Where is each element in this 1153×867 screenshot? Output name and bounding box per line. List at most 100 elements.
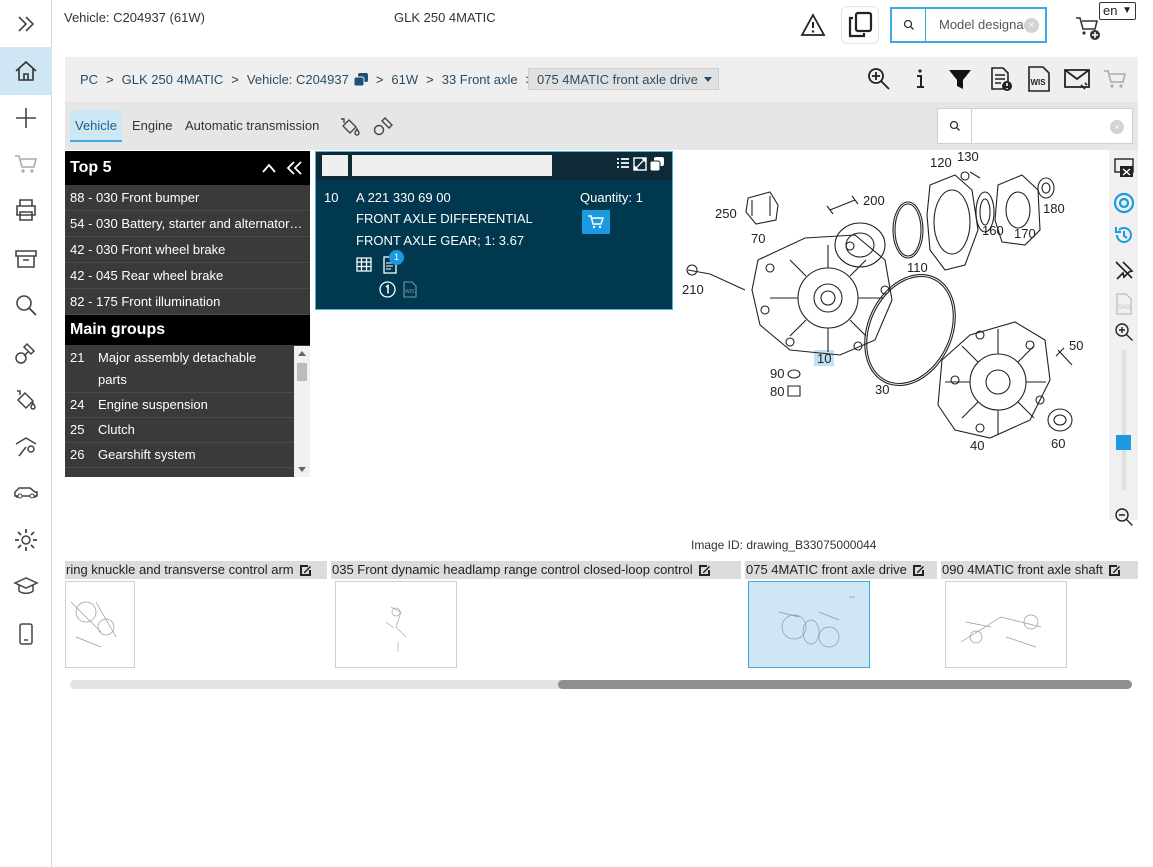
warning-button[interactable] [800,13,826,37]
email-button[interactable] [1062,64,1092,94]
crumb-pc[interactable]: PC [80,72,98,87]
thumbnail-image[interactable] [945,581,1067,668]
wis-button[interactable]: WIS [1024,64,1054,94]
callout-label[interactable]: 160 [982,223,1004,238]
sidebar-item-academy[interactable] [0,564,52,608]
main-group-item[interactable]: 21 Major assembly detachable parts [65,346,293,393]
exploded-parts-diagram[interactable]: 130 120 200 250 180 70 160 170 110 210 1… [680,150,1110,468]
main-groups-scrollbar[interactable] [294,346,310,477]
chevron-up-icon[interactable] [261,162,277,174]
part-search-input[interactable] [352,155,552,176]
callout-label[interactable]: 200 [863,193,885,208]
collapse-icon[interactable] [285,160,303,176]
diagram-zoom-out-button[interactable] [1112,505,1136,529]
callout-label[interactable]: 90 [770,366,784,381]
history-button[interactable] [1112,223,1136,247]
tab-engine[interactable]: Engine [127,110,177,142]
callout-label[interactable]: 10 [817,351,831,366]
thumbnail-selected[interactable]: 075 4MATIC front axle drive [745,561,937,669]
main-group-item[interactable]: 25 Clutch [65,418,293,443]
zoom-in-button[interactable] [864,64,894,94]
catalog-search-input[interactable] [972,109,1132,143]
catalog-search[interactable]: × [937,108,1133,144]
thumbnail[interactable]: 035 Front dynamic headlamp range control… [331,561,741,669]
list-icon[interactable] [616,157,630,171]
grid-icon[interactable] [356,257,372,272]
copy-icon[interactable] [650,157,664,171]
copy-vehicle-button[interactable] [841,6,879,44]
sidebar-item-search[interactable] [0,283,52,327]
main-group-item[interactable]: 24 Engine suspension [65,393,293,418]
copy-icon[interactable] [353,73,368,86]
sidebar-item-vehicle[interactable] [0,470,52,514]
top5-item[interactable]: 54 - 030 Battery, starter and alternator… [65,211,310,237]
cart-button[interactable] [1100,64,1130,94]
callout-label[interactable]: 120 [930,155,952,170]
expand-sidebar-button[interactable] [0,2,52,46]
expand-icon[interactable] [633,157,647,171]
sidebar-item-paint[interactable] [0,378,52,422]
close-diagram-button[interactable] [1112,156,1136,180]
top5-item[interactable]: 82 - 175 Front illumination [65,289,310,315]
scrollbar-thumb[interactable] [558,680,1132,689]
zoom-slider-track[interactable] [1122,350,1126,490]
info-circle-icon[interactable] [379,281,396,298]
thumbnail-image[interactable] [748,581,870,668]
sidebar-item-mobile[interactable] [0,612,52,656]
catalog-search-button[interactable] [938,109,972,143]
callout-label[interactable]: 80 [770,384,784,399]
clear-icon[interactable]: × [1110,120,1124,134]
callout-label[interactable]: 180 [1043,201,1065,216]
edit-icon[interactable] [912,564,925,577]
top5-item[interactable]: 42 - 030 Front wheel brake [65,237,310,263]
target-button[interactable] [1112,191,1136,215]
callout-label[interactable]: 40 [970,438,984,453]
sidebar-item-home[interactable] [0,47,52,95]
unpin-button[interactable] [1112,258,1136,282]
info-button[interactable] [905,64,935,94]
thumbnail[interactable]: ring knuckle and transverse control arm [65,561,327,669]
part-number[interactable]: A 221 330 69 00 [356,190,451,205]
sidebar-item-parts[interactable] [0,331,52,375]
main-group-item[interactable]: 26 Gearshift system [65,443,293,468]
callout-label[interactable]: 30 [875,382,889,397]
callout-label[interactable]: 110 [907,260,928,275]
language-select[interactable]: en ▼ [1099,2,1136,20]
zoom-slider-handle[interactable] [1116,435,1131,450]
crumb-model[interactable]: GLK 250 4MATIC [122,72,224,87]
thumbnail-scrollbar[interactable] [70,680,1132,689]
callout-label[interactable]: 60 [1051,436,1065,451]
edit-icon[interactable] [698,564,711,577]
subgroup-dropdown[interactable]: 075 4MATIC front axle drive [528,68,719,90]
callout-label[interactable]: 130 [957,150,979,164]
callout-label-170[interactable]: 170 [1014,226,1036,241]
top5-item[interactable]: 42 - 045 Rear wheel brake [65,263,310,289]
sidebar-item-archive[interactable] [0,237,52,281]
filter-button[interactable] [945,64,975,94]
sidebar-item-print[interactable] [0,188,52,232]
thumbnail-image[interactable] [65,581,135,668]
thumbnail[interactable]: 090 4MATIC front axle shaft [941,561,1138,669]
svg-export-button[interactable]: SVG [1112,292,1136,316]
thumbnail-image[interactable] [335,581,457,668]
crumb-group[interactable]: 33 Front axle [442,72,518,87]
sidebar-item-service[interactable] [0,425,52,469]
callout-label[interactable]: 50 [1069,338,1083,353]
model-search-input[interactable]: Model designa [926,9,1024,41]
crumb-vehicle[interactable]: Vehicle: C204937 [247,72,349,87]
part-filter-input[interactable] [322,155,348,176]
clear-icon[interactable]: × [1024,18,1039,33]
edit-icon[interactable] [1108,564,1121,577]
callout-label[interactable]: 210 [682,282,704,297]
model-search-button[interactable] [892,9,926,41]
top5-item[interactable]: 88 - 030 Front bumper [65,185,310,211]
sidebar-item-settings[interactable] [0,518,52,562]
edit-icon[interactable] [299,564,312,577]
tab-tools[interactable] [367,110,401,142]
diagram-zoom-in-button[interactable] [1112,320,1136,344]
add-part-to-cart-button[interactable] [582,210,610,234]
tab-vehicle[interactable]: Vehicle [70,110,122,142]
sidebar-item-new[interactable] [0,96,52,140]
model-designation-search[interactable]: Model designa × [890,7,1047,43]
document-info-button[interactable] [986,64,1016,94]
